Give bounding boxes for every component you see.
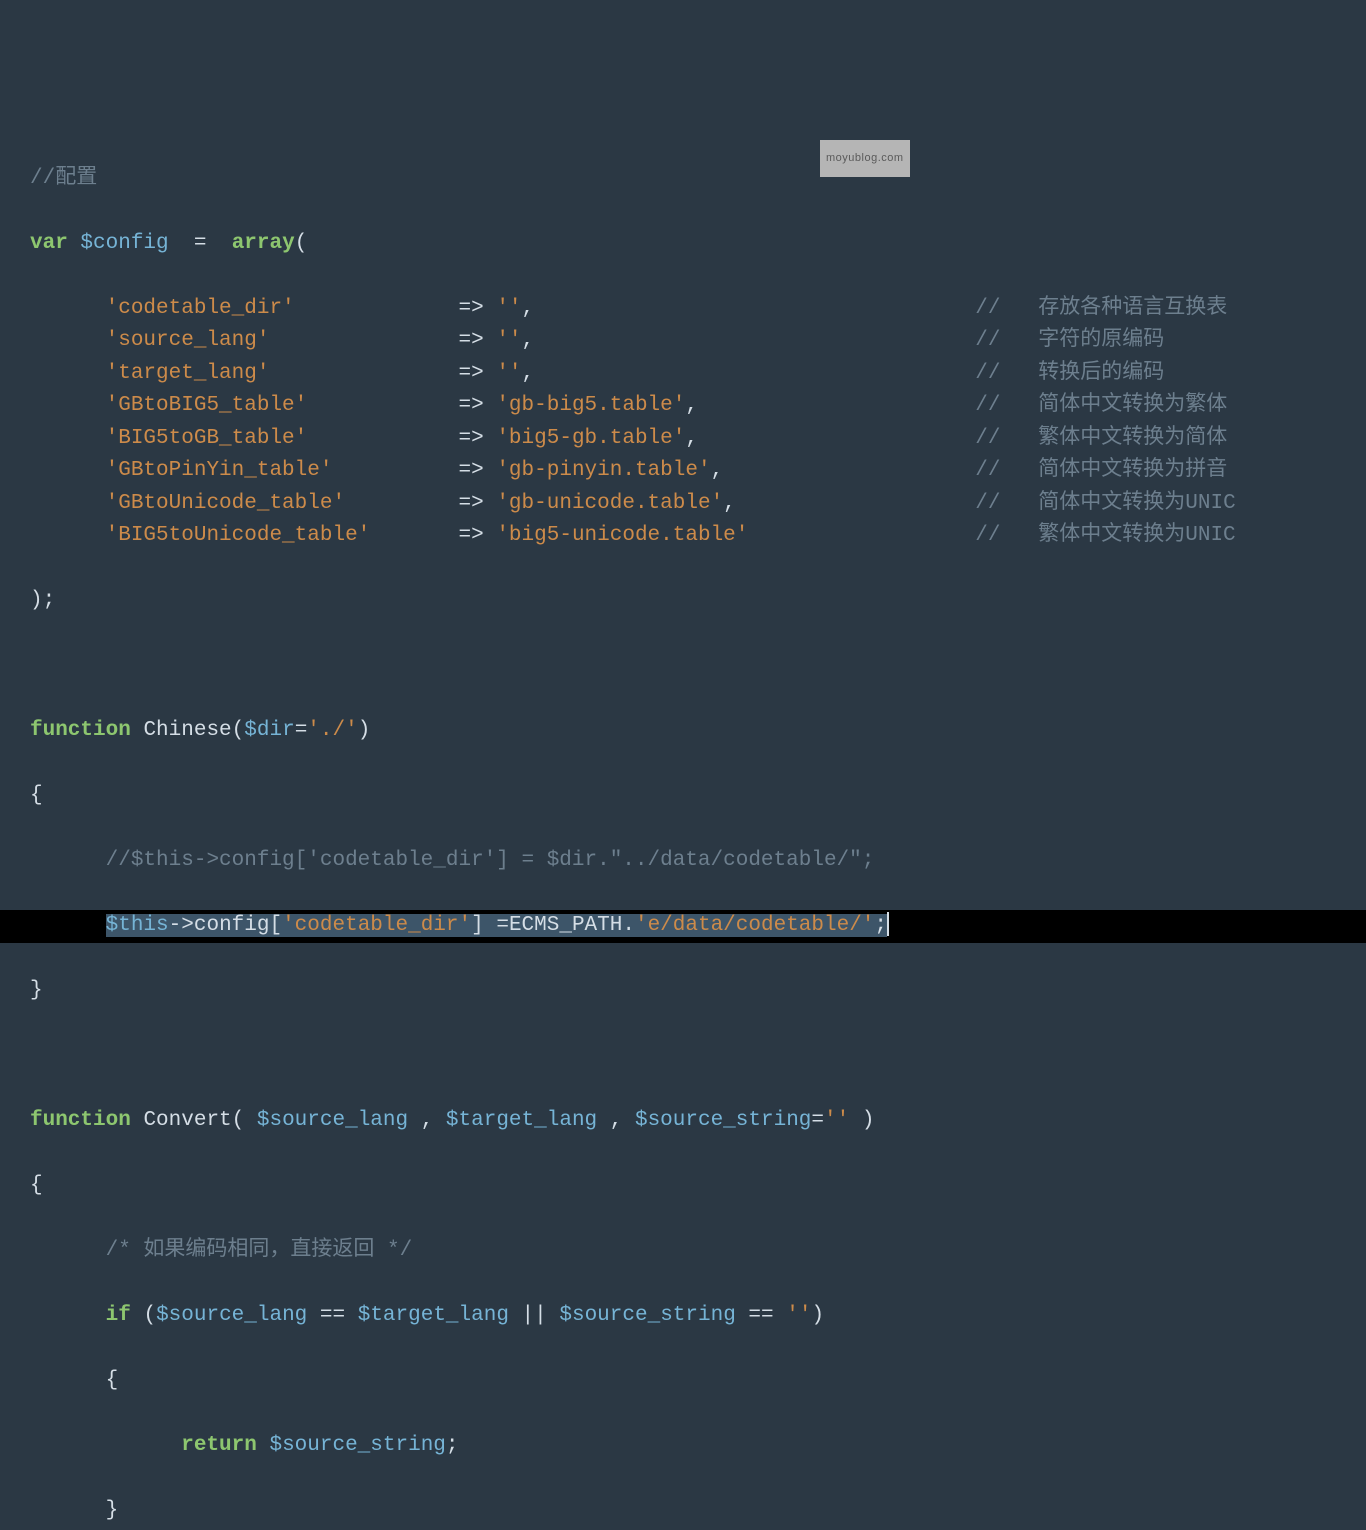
parameter: $target_lang (446, 1109, 597, 1132)
code-line: { (30, 780, 1366, 813)
variable: $source_string (269, 1434, 445, 1457)
code-line: } (30, 975, 1366, 1008)
code-line: var $config = array( (30, 228, 1366, 261)
variable: $source_lang (156, 1304, 307, 1327)
comment-text: 转换后的编码 (1000, 362, 1164, 385)
comment-text: 简体中文转换为拼音 (1000, 459, 1227, 482)
comment-text: 简体中文转换为UNIC (1000, 492, 1235, 515)
array-value: 'big5-gb.table' (496, 427, 685, 450)
comment: //$this->config['codetable_dir'] = $dir.… (106, 849, 875, 872)
line-comment: // (975, 492, 1000, 515)
code-line: //$this->config['codetable_dir'] = $dir.… (30, 845, 1366, 878)
variable: $source_string (559, 1304, 735, 1327)
variable: $config (80, 232, 168, 255)
keyword-return: return (181, 1434, 257, 1457)
comment-text: 简体中文转换为繁体 (1000, 394, 1227, 417)
comment-text: 繁体中文转换为简体 (1000, 427, 1227, 450)
array-value: 'gb-unicode.table' (496, 492, 723, 515)
variable-this: $this (106, 914, 169, 937)
parameter: $dir (244, 719, 294, 742)
line-comment: // (975, 297, 1000, 320)
config-item-line: 'GBtoPinYin_table' => 'gb-pinyin.table',… (30, 455, 1366, 488)
function-name: Convert (143, 1109, 231, 1132)
code-line: { (30, 1170, 1366, 1203)
text-cursor (887, 912, 889, 936)
config-item-line: 'codetable_dir' => '', // 存放各种语言互换表 (30, 293, 1366, 326)
keyword-function: function (30, 1109, 131, 1132)
array-value: 'gb-pinyin.table' (496, 459, 710, 482)
code-line: function Chinese($dir='./') (30, 715, 1366, 748)
highlighted-line: $this->config['codetable_dir'] =ECMS_PAT… (0, 910, 1366, 943)
line-comment: // (975, 394, 1000, 417)
keyword-array: array (232, 232, 295, 255)
array-value: '' (496, 297, 521, 320)
code-line: return $source_string; (30, 1430, 1366, 1463)
comment: //配置 (30, 167, 97, 190)
line-comment: // (975, 329, 1000, 352)
comment-text: 繁体中文转换为UNIC (1000, 524, 1235, 547)
config-item-line: 'GBtoBIG5_table' => 'gb-big5.table', // … (30, 390, 1366, 423)
array-key: 'GBtoUnicode_table' (106, 492, 345, 515)
array-key: 'BIG5toUnicode_table' (106, 524, 371, 547)
code-line: ); (30, 585, 1366, 618)
code-line: { (30, 1365, 1366, 1398)
code-line: } (30, 1495, 1366, 1528)
line-comment: // (975, 427, 1000, 450)
parameter: $source_lang (257, 1109, 408, 1132)
config-item-line: 'source_lang' => '', // 字符的原编码 (30, 325, 1366, 358)
array-key: 'GBtoPinYin_table' (106, 459, 333, 482)
keyword-var: var (30, 232, 68, 255)
code-line: function Convert( $source_lang , $target… (30, 1105, 1366, 1138)
array-key: 'BIG5toGB_table' (106, 427, 308, 450)
parameter: $source_string (635, 1109, 811, 1132)
array-key: 'GBtoBIG5_table' (106, 394, 308, 417)
keyword-if: if (106, 1304, 131, 1327)
array-value: 'big5-unicode.table' (496, 524, 748, 547)
config-item-line: 'BIG5toGB_table' => 'big5-gb.table', // … (30, 423, 1366, 456)
code-editor[interactable]: //配置 var $config = array( 'codetable_dir… (0, 130, 1366, 1530)
array-value: 'gb-big5.table' (496, 394, 685, 417)
array-value: '' (496, 362, 521, 385)
blank-line (30, 1040, 1366, 1073)
comment: /* 如果编码相同，直接返回 */ (106, 1239, 413, 1262)
code-line: if ($source_lang == $target_lang || $sou… (30, 1300, 1366, 1333)
array-value: '' (496, 329, 521, 352)
line-comment: // (975, 524, 1000, 547)
code-line: /* 如果编码相同，直接返回 */ (30, 1235, 1366, 1268)
code-line: //配置 (30, 163, 1366, 196)
comment-text: 字符的原编码 (1000, 329, 1164, 352)
array-key: 'target_lang' (106, 362, 270, 385)
variable: $target_lang (358, 1304, 509, 1327)
array-key: 'source_lang' (106, 329, 270, 352)
watermark-label: moyublog.com (820, 140, 910, 177)
line-comment: // (975, 362, 1000, 385)
keyword-function: function (30, 719, 131, 742)
line-comment: // (975, 459, 1000, 482)
function-name: Chinese (143, 719, 231, 742)
config-item-line: 'target_lang' => '', // 转换后的编码 (30, 358, 1366, 391)
blank-line (30, 650, 1366, 683)
comment-text: 存放各种语言互换表 (1000, 297, 1227, 320)
config-item-line: 'BIG5toUnicode_table' => 'big5-unicode.t… (30, 520, 1366, 553)
config-item-line: 'GBtoUnicode_table' => 'gb-unicode.table… (30, 488, 1366, 521)
array-key: 'codetable_dir' (106, 297, 295, 320)
